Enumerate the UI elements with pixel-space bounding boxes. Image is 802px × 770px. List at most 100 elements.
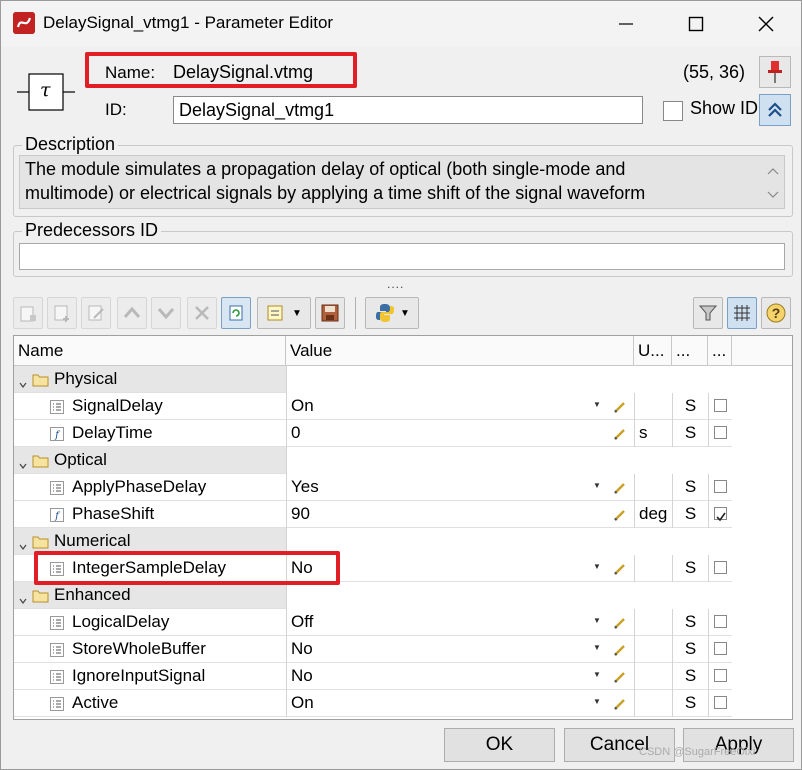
name-label: Name:	[105, 63, 156, 82]
parameter-check-cell	[708, 555, 732, 582]
parameter-row[interactable]: StoreWholeBuffer No ▼ S	[14, 636, 732, 663]
parameter-unit	[634, 609, 672, 636]
category-row[interactable]: Optical	[14, 447, 732, 474]
new-item-button[interactable]	[13, 297, 43, 329]
parameter-value[interactable]: Yes	[286, 474, 634, 501]
parameter-value[interactable]: Off	[286, 609, 634, 636]
parameter-scope: S	[672, 555, 708, 582]
dropdown-arrow-icon[interactable]: ▼	[593, 697, 601, 706]
expand-chevron-icon[interactable]	[18, 375, 28, 388]
help-button[interactable]: ?	[761, 297, 791, 329]
parameter-name: LogicalDelay	[72, 612, 170, 631]
parameter-grid[interactable]: Name Value U... ... ... Physical SignalDe…	[13, 335, 793, 720]
parameter-row[interactable]: f PhaseShift 90 deg S	[14, 501, 732, 528]
category-row[interactable]: Enhanced	[14, 582, 732, 609]
parameter-row[interactable]: LogicalDelay Off ▼ S	[14, 609, 732, 636]
parameter-check-cell	[708, 663, 732, 690]
minimize-button[interactable]	[591, 1, 661, 47]
refresh-button[interactable]	[221, 297, 251, 329]
predecessors-field[interactable]	[19, 243, 785, 270]
parameter-row[interactable]: Active On ▼ S	[14, 690, 732, 717]
show-id-checkbox[interactable]	[663, 101, 683, 121]
splitter-handle[interactable]: ....	[387, 277, 404, 291]
parameter-value[interactable]: On	[286, 393, 634, 420]
parameter-checkbox[interactable]	[714, 615, 727, 628]
parameter-checkbox[interactable]	[714, 561, 727, 574]
expand-chevron-icon[interactable]	[18, 456, 28, 469]
checked-checkbox[interactable]	[714, 507, 727, 522]
title-bar[interactable]: DelaySignal_vtmg1 - Parameter Editor	[1, 1, 801, 47]
column-header-check[interactable]: ...	[708, 336, 732, 366]
parameter-value[interactable]: No	[286, 636, 634, 663]
grid-view-button[interactable]	[727, 297, 757, 329]
expand-chevron-icon[interactable]	[18, 591, 28, 604]
pencil-icon[interactable]	[613, 696, 627, 710]
description-text-area[interactable]: The module simulates a propagation delay…	[19, 155, 785, 209]
collapse-button[interactable]	[759, 94, 791, 126]
parameter-value[interactable]: 90	[286, 501, 634, 528]
move-up-button[interactable]	[117, 297, 147, 329]
maximize-button[interactable]	[661, 1, 731, 47]
id-field[interactable]: DelaySignal_vtmg1	[173, 96, 643, 124]
parameter-checkbox[interactable]	[714, 669, 727, 682]
parameter-unit	[634, 690, 672, 717]
parameter-checkbox[interactable]	[714, 696, 727, 709]
parameter-row[interactable]: IgnoreInputSignal No ▼ S	[14, 663, 732, 690]
ok-button[interactable]: OK	[444, 728, 555, 762]
parameter-checkbox[interactable]	[714, 642, 727, 655]
pencil-icon[interactable]	[613, 561, 627, 575]
list-icon	[50, 561, 64, 576]
dropdown-arrow-icon[interactable]: ▼	[593, 562, 601, 571]
python-script-dropdown[interactable]: ▼	[365, 297, 419, 329]
delete-button[interactable]	[187, 297, 217, 329]
category-row[interactable]: Physical	[14, 366, 732, 393]
parameter-name: SignalDelay	[72, 396, 163, 415]
column-header-unit[interactable]: U...	[634, 336, 672, 366]
list-icon	[50, 480, 64, 495]
parameter-checkbox[interactable]	[714, 480, 727, 493]
parameter-row[interactable]: SignalDelay On ▼ S	[14, 393, 732, 420]
parameter-checkbox[interactable]	[714, 399, 727, 412]
move-down-button[interactable]	[151, 297, 181, 329]
column-header-name[interactable]: Name	[14, 336, 286, 366]
description-scrollbar[interactable]	[762, 156, 784, 208]
parameter-value[interactable]: On	[286, 690, 634, 717]
column-header-scope[interactable]: ...	[672, 336, 708, 366]
dropdown-arrow-icon[interactable]: ▼	[593, 670, 601, 679]
filter-button[interactable]	[693, 297, 723, 329]
app-icon	[13, 12, 35, 34]
pencil-icon[interactable]	[613, 669, 627, 683]
parameter-value[interactable]: No	[286, 663, 634, 690]
pencil-icon[interactable]	[613, 399, 627, 413]
parameter-value[interactable]: 0	[286, 420, 634, 447]
module-symbol: τ	[17, 71, 75, 113]
parameter-row[interactable]: IntegerSampleDelay No ▼ S	[14, 555, 732, 582]
dropdown-arrow-icon[interactable]: ▼	[593, 643, 601, 652]
pencil-icon[interactable]	[613, 507, 627, 521]
dropdown-arrow-icon[interactable]: ▼	[593, 616, 601, 625]
dropdown-arrow-icon[interactable]: ▼	[593, 481, 601, 490]
edit-item-button[interactable]	[81, 297, 111, 329]
parameter-row[interactable]: ApplyPhaseDelay Yes ▼ S	[14, 474, 732, 501]
parameter-check-cell	[708, 690, 732, 717]
pin-button[interactable]	[759, 56, 791, 88]
checkmark-icon	[716, 512, 726, 522]
view-mode-dropdown[interactable]: ▼	[257, 297, 311, 329]
pencil-icon[interactable]	[613, 480, 627, 494]
save-button[interactable]	[315, 297, 345, 329]
expand-chevron-icon[interactable]	[18, 537, 28, 550]
new-page-icon	[20, 306, 36, 322]
pencil-icon[interactable]	[613, 615, 627, 629]
add-item-button[interactable]	[47, 297, 77, 329]
pencil-icon[interactable]	[613, 642, 627, 656]
show-id-label: Show ID	[690, 98, 758, 118]
parameter-checkbox[interactable]	[714, 426, 727, 439]
dropdown-arrow-icon[interactable]: ▼	[593, 400, 601, 409]
column-header-value[interactable]: Value	[286, 336, 634, 366]
parameter-row[interactable]: f DelayTime 0 s S	[14, 420, 732, 447]
parameter-value[interactable]: No	[286, 555, 634, 582]
pencil-icon[interactable]	[613, 426, 627, 440]
close-button[interactable]	[731, 1, 801, 47]
category-row[interactable]: Numerical	[14, 528, 732, 555]
grid-icon	[734, 305, 750, 321]
